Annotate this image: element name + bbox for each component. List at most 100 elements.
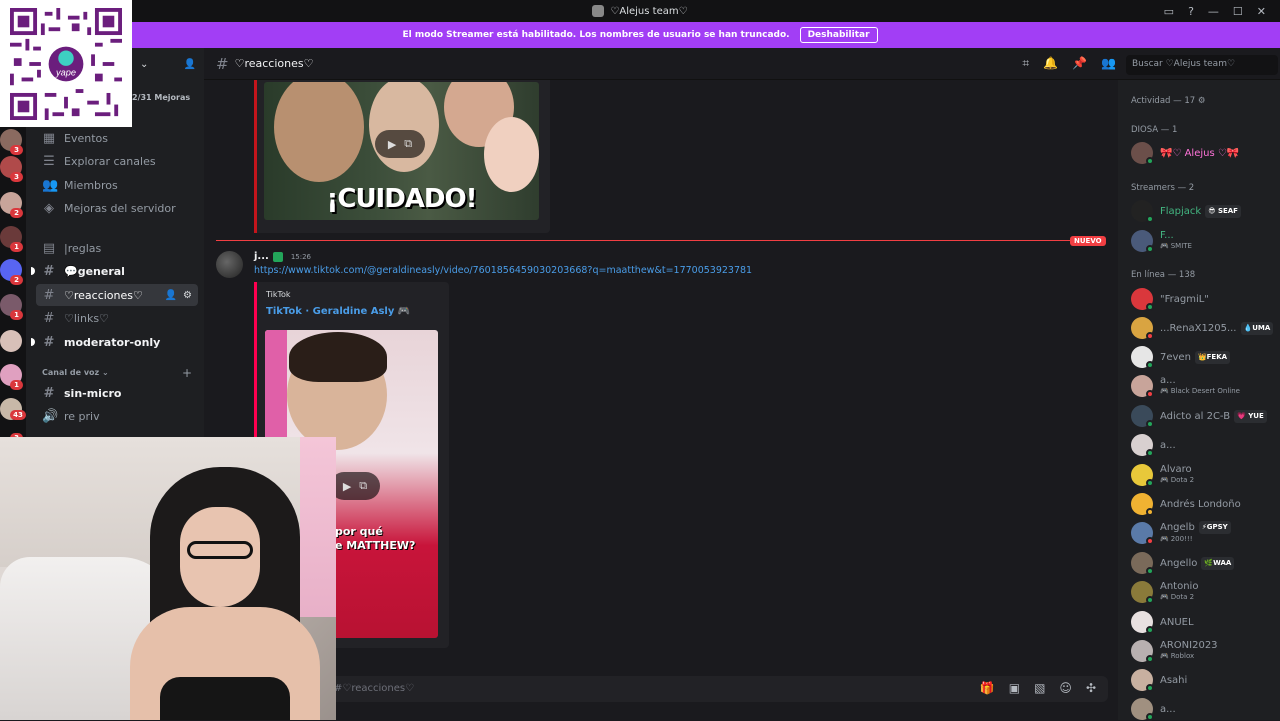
member-item[interactable]: a...🎮 [1131, 697, 1277, 721]
avatar [1131, 317, 1154, 340]
member-info: 🎀♡ Alejus ♡🎀🎮 [1160, 148, 1239, 159]
window-controls: ▭ ? — ☐ ✕ [1164, 0, 1280, 22]
speaker-icon: 🔊 [42, 408, 59, 424]
channel-general[interactable]: # 💬general [36, 260, 198, 282]
apps-icon[interactable]: ✣ [1086, 681, 1096, 695]
avatar [1131, 698, 1154, 721]
member-item[interactable]: ...RenaX1205...💧UMA🎮 [1131, 316, 1277, 340]
gift-icon[interactable]: 🎁 [980, 681, 995, 695]
message-composer[interactable]: #♡reacciones♡ 🎁 ▣ ▧ ☺ ✣ [218, 676, 1108, 702]
member-item[interactable]: Asahi🎮 [1131, 668, 1277, 692]
member-name: Angelb [1160, 522, 1195, 533]
channel-header: # ♡reacciones♡ ⌗ 🔔 📌 👥 [204, 48, 1280, 80]
disable-streamer-button[interactable]: Deshabilitar [799, 27, 878, 43]
sidebar-item-miembros[interactable]: 👥 Miembros [36, 174, 198, 196]
play-button[interactable]: ▶ ⧉ [375, 130, 425, 158]
member-item[interactable]: Adicto al 2C-B💗 YUE🎮 [1131, 404, 1277, 428]
member-item[interactable]: ARONI2023 🎮 Roblox [1131, 639, 1277, 663]
member-item[interactable]: a...🎮 [1131, 433, 1277, 457]
message-link[interactable]: https://www.tiktok.com/@geraldineasly/vi… [254, 265, 752, 276]
clan-tag: ⚡GPSY [1198, 521, 1231, 534]
hash-icon: # [216, 54, 229, 73]
member-item[interactable]: 🎀♡ Alejus ♡🎀🎮 [1131, 141, 1277, 165]
thumbnail-face [274, 82, 364, 182]
member-activity: 🎮 Dota 2 [1160, 592, 1198, 603]
webcam-clothing [160, 677, 290, 720]
channel-re-priv[interactable]: 🔊 re priv [36, 405, 198, 427]
member-item[interactable]: Flapjack😎 SEAF🎮 [1131, 199, 1277, 223]
channel-moderator-only[interactable]: # moderator-only [36, 331, 198, 353]
member-item[interactable]: Andrés Londoño🎮 [1131, 492, 1277, 516]
member-item[interactable]: Angello🌿WAA🎮 [1131, 551, 1277, 575]
bell-icon[interactable]: 🔔 [1043, 56, 1058, 71]
avatar [1131, 346, 1154, 369]
sidebar-item-mejoras[interactable]: ◈ Mejoras del servidor [36, 197, 198, 219]
avatar [1131, 581, 1154, 604]
channel-label: 💬general [64, 264, 125, 278]
group-header: DIOSA — 1 [1131, 125, 1178, 135]
member-name: ...RenaX1205... [1160, 322, 1237, 334]
minimize-icon[interactable]: — [1208, 5, 1219, 18]
mention-badge: 2 [10, 208, 23, 218]
sidebar-item-eventos[interactable]: ▦ Eventos [36, 127, 198, 149]
member-item[interactable]: 7even👑FEKA🎮 [1131, 345, 1277, 369]
channel-title: ♡reacciones♡ [234, 57, 314, 70]
member-item[interactable]: Antonio 🎮 Dota 2 [1131, 580, 1277, 604]
member-item[interactable]: Angelb ⚡GPSY 🎮 200!!! [1131, 521, 1277, 545]
mention-badge: 2 [10, 275, 23, 285]
close-icon[interactable]: ✕ [1257, 5, 1266, 18]
channel-reacciones[interactable]: # ♡reacciones♡ 👤 ⚙ [36, 284, 198, 306]
member-list-icon[interactable]: 👥 [1101, 56, 1116, 71]
channel-label: re priv [64, 409, 100, 423]
maximize-icon[interactable]: ☐ [1233, 5, 1243, 18]
activity-text: Dota 2 [1170, 593, 1195, 601]
channel-reglas[interactable]: ▤ |reglas [36, 237, 198, 259]
activity-header[interactable]: Actividad — 17 ⚙ [1131, 96, 1205, 106]
member-info: Andrés Londoño🎮 [1160, 499, 1241, 510]
channel-links[interactable]: # ♡links♡ [36, 307, 198, 329]
chevron-down-icon: ⌄ [140, 58, 149, 70]
threads-icon[interactable]: ⌗ [1022, 56, 1029, 71]
member-item[interactable]: Alvaro 🎮 Dota 2 [1131, 463, 1277, 487]
member-item[interactable]: F... 🎮 SMITE [1131, 229, 1277, 253]
sidebar-item-explorar[interactable]: ☰ Explorar canales [36, 150, 198, 172]
avatar[interactable] [216, 251, 243, 278]
emoji-icon[interactable]: ☺ [1059, 681, 1072, 695]
server-icon-6[interactable] [0, 330, 22, 352]
search-input[interactable]: Buscar ♡Alejus team♡ [1126, 55, 1278, 75]
gif-icon[interactable]: ▣ [1009, 681, 1020, 695]
voice-category[interactable]: Canal de voz ⌄ [42, 368, 109, 377]
member-item[interactable]: ANUEL🎮 [1131, 610, 1277, 634]
message-author[interactable]: j... [254, 251, 269, 262]
member-info: "FragmiL"🎮 [1160, 294, 1209, 305]
boost-progress[interactable]: 2/31 Mejoras [132, 93, 190, 102]
member-info: a...🎮 [1160, 440, 1176, 451]
sticker-icon[interactable]: ▧ [1034, 681, 1045, 695]
server-header[interactable]: ⌄ 👤 [132, 48, 204, 80]
member-info: Angello🌿WAA🎮 [1160, 556, 1235, 570]
play-button[interactable]: ▶ ⧉ [330, 472, 380, 500]
add-channel-icon[interactable]: + [182, 366, 192, 380]
pin-icon[interactable]: 📌 [1072, 56, 1087, 71]
gear-icon[interactable]: ⚙ [183, 290, 192, 301]
channel-sin-micro[interactable]: # sin-micro [36, 382, 198, 404]
member-name-row: ANUEL [1160, 617, 1194, 628]
status-indicator [1146, 508, 1154, 516]
member-item[interactable]: a... 🎮 Black Desert Online [1131, 374, 1277, 398]
help-icon[interactable]: ? [1188, 5, 1194, 18]
member-name: Asahi [1160, 674, 1188, 686]
inbox-icon[interactable]: ▭ [1164, 5, 1174, 18]
invite-icon[interactable]: 👤 [184, 59, 196, 70]
mention-badge: 1 [10, 380, 23, 390]
thumbnail-text: ¡CUIDADO! [326, 184, 478, 214]
avatar [1131, 142, 1154, 165]
add-member-icon[interactable]: 👤 [165, 290, 177, 301]
webcam-overlay [0, 437, 336, 720]
embed-title[interactable]: TikTok · Geraldine Asly 🎮 [266, 306, 410, 317]
gamepad-icon: 🎮 [1160, 593, 1169, 601]
member-info: a...🎮 [1160, 704, 1176, 715]
boost-icon: ◈ [44, 200, 54, 216]
member-activity: 🎮 Dota 2 [1160, 475, 1194, 486]
member-item[interactable]: "FragmiL"🎮 [1131, 287, 1277, 311]
member-info: Antonio 🎮 Dota 2 [1160, 581, 1198, 603]
